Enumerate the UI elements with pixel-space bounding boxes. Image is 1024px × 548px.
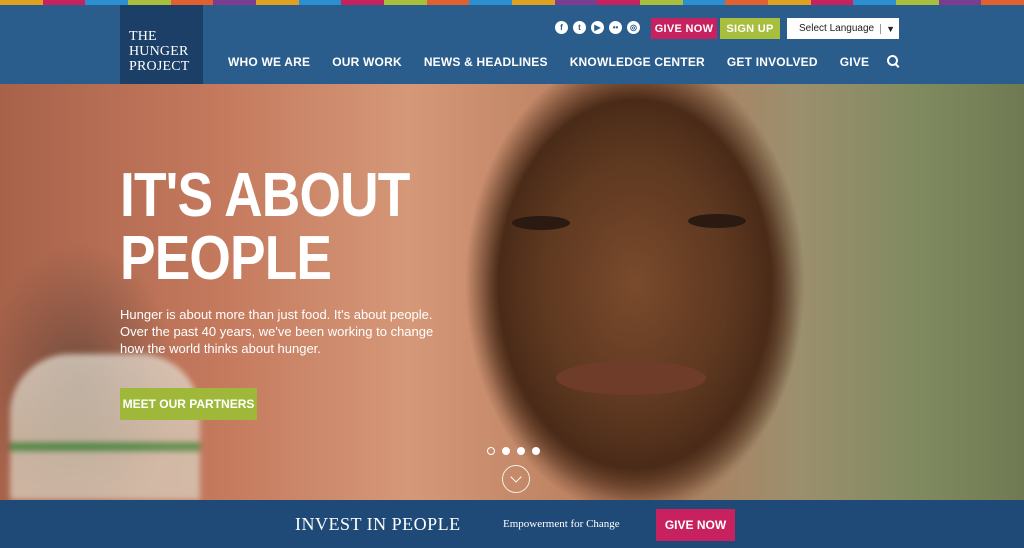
- social-links: f t ▶ •• ◎: [555, 21, 640, 34]
- language-select-label: Select Language: [799, 23, 875, 34]
- invest-bar: INVEST IN PEOPLE Empowerment for Change …: [0, 500, 1024, 548]
- site-header: THE HUNGER PROJECT f t ▶ •• ◎ GIVE NOW S…: [0, 5, 1024, 84]
- scroll-down-icon[interactable]: [502, 465, 530, 493]
- nav-item-get-involved[interactable]: GET INVOLVED: [727, 55, 818, 69]
- nav-item-knowledge-center[interactable]: KNOWLEDGE CENTER: [570, 55, 705, 69]
- give-now-top-button[interactable]: GIVE NOW: [651, 18, 717, 39]
- main-nav: WHO WE ARE OUR WORK NEWS & HEADLINES KNO…: [228, 55, 901, 69]
- twitter-icon[interactable]: t: [573, 21, 586, 34]
- logo-line-1: THE: [129, 29, 157, 44]
- slider-dot-1[interactable]: [487, 447, 495, 455]
- hero-portrait-image: [440, 84, 830, 500]
- empowerment-tagline: Empowerment for Change: [503, 518, 620, 530]
- nav-item-give[interactable]: GIVE: [840, 55, 869, 69]
- chevron-down-icon: ▼: [880, 23, 895, 34]
- logo-line-3: PROJECT: [129, 59, 190, 74]
- hero-intro-text: Hunger is about more than just food. It'…: [120, 307, 434, 356]
- search-icon[interactable]: [887, 55, 901, 69]
- logo-line-2: HUNGER: [129, 44, 189, 59]
- flickr-icon[interactable]: ••: [609, 21, 622, 34]
- nav-item-news-headlines[interactable]: NEWS & HEADLINES: [424, 55, 548, 69]
- invest-in-people-title: INVEST IN PEOPLE: [295, 514, 461, 534]
- portrait-eye-left: [512, 216, 570, 230]
- meet-our-partners-button[interactable]: MEET OUR PARTNERS: [120, 388, 257, 420]
- give-now-bottom-button[interactable]: GIVE NOW: [656, 509, 735, 541]
- hero-headline-line-1: IT'S ABOUT: [120, 161, 410, 230]
- slider-dot-3[interactable]: [517, 447, 525, 455]
- portrait-eye-right: [688, 214, 746, 228]
- hero-headline-line-2: PEOPLE: [120, 224, 332, 293]
- instagram-icon[interactable]: ◎: [627, 21, 640, 34]
- hunger-project-logo[interactable]: THE HUNGER PROJECT: [120, 5, 203, 84]
- nav-item-our-work[interactable]: OUR WORK: [332, 55, 402, 69]
- hero-banner: IT'S ABOUT PEOPLE Hunger is about more t…: [0, 84, 1024, 500]
- slider-dot-4[interactable]: [532, 447, 540, 455]
- slider-dots: [487, 447, 540, 455]
- background-person-image: [10, 354, 200, 500]
- hero-headline: IT'S ABOUT PEOPLE: [120, 161, 410, 293]
- language-select[interactable]: Select Language ▼: [787, 18, 899, 39]
- portrait-mouth: [556, 361, 706, 395]
- nav-item-who-we-are[interactable]: WHO WE ARE: [228, 55, 310, 69]
- slider-dot-2[interactable]: [502, 447, 510, 455]
- youtube-icon[interactable]: ▶: [591, 21, 604, 34]
- facebook-icon[interactable]: f: [555, 21, 568, 34]
- sign-up-button[interactable]: SIGN UP: [720, 18, 780, 39]
